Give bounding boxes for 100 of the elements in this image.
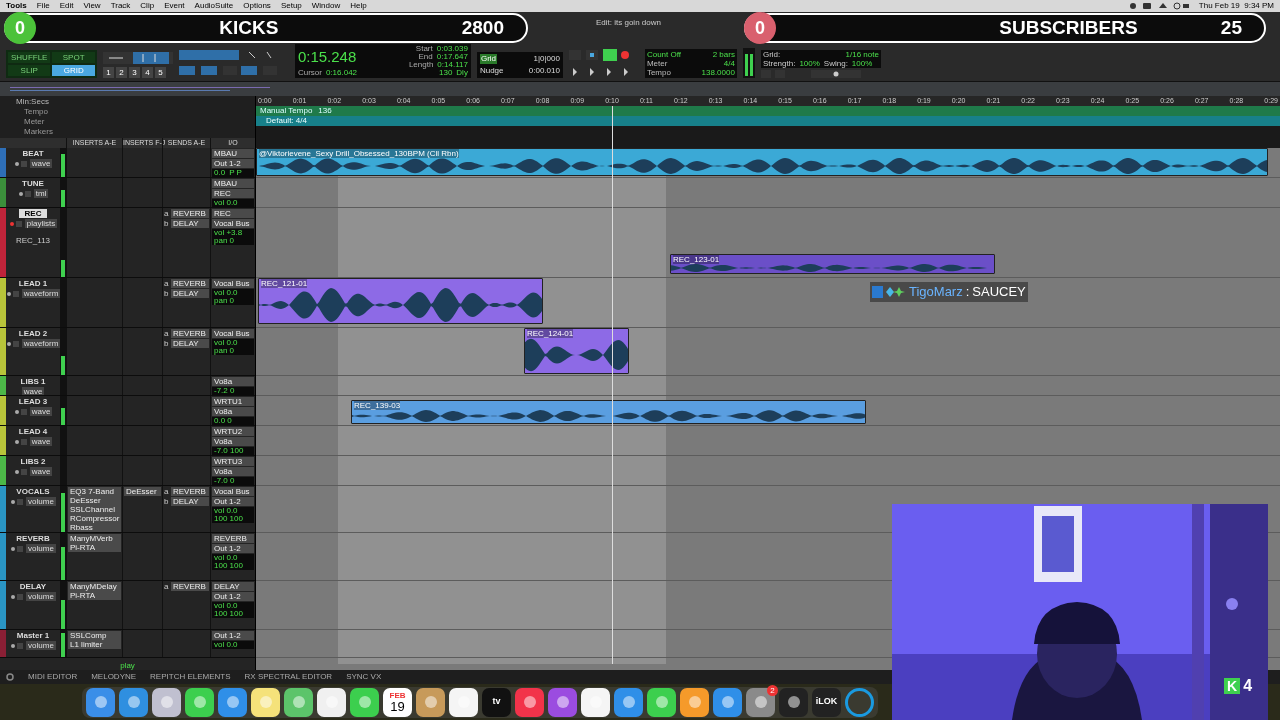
track-name[interactable]: TUNE <box>22 179 44 188</box>
edit-mode-button[interactable]: SHUFFLE <box>8 52 51 63</box>
view-selector[interactable]: waveform <box>21 289 61 298</box>
track-name[interactable]: LEAD 2 <box>18 329 48 338</box>
count-off-label[interactable]: Count Off <box>646 50 691 59</box>
io-selector[interactable]: Vocal Bus <box>212 329 254 338</box>
insert-slot[interactable]: SSLComp <box>68 631 121 640</box>
zoom-preset-button[interactable]: 1 <box>102 67 114 78</box>
zoom-preset-button[interactable]: 3 <box>128 67 140 78</box>
io-selector[interactable]: Out 1-2 <box>212 544 254 553</box>
insert-slot[interactable]: DeEsser <box>68 496 121 505</box>
view-selector[interactable]: wave <box>29 467 53 476</box>
insert-slot[interactable]: ManyMDelay <box>68 582 121 591</box>
insert-slot[interactable]: Pi-RTA <box>68 543 121 552</box>
app-icon[interactable] <box>548 687 577 717</box>
calendar-icon[interactable]: FEB 19 <box>383 687 412 717</box>
view-selector[interactable]: volume <box>26 497 56 506</box>
io-selector[interactable]: Vo8a <box>212 377 254 386</box>
io-selector[interactable]: Out 1-2 <box>212 592 254 601</box>
app-icon[interactable] <box>350 687 379 717</box>
send-slot[interactable]: REVERB <box>171 582 209 591</box>
app-icon[interactable] <box>218 687 247 717</box>
insert-slot[interactable]: SSLChannel <box>68 505 121 514</box>
insert-slot[interactable]: DeEsser <box>124 487 161 496</box>
app-icon[interactable] <box>614 687 643 717</box>
track-name[interactable]: VOCALS <box>16 487 50 496</box>
track-name[interactable]: LEAD 3 <box>18 397 48 406</box>
io-selector[interactable]: Vo8a <box>212 407 254 416</box>
send-slot[interactable]: DELAY <box>171 289 209 298</box>
audio-clip[interactable]: REC_121-01 <box>258 278 543 324</box>
audio-clip[interactable]: @Viktorievene_Sexy Drill_Obsessed_130BPM (Cll Rbn) <box>256 148 1268 176</box>
io-selector[interactable]: MBAU <box>212 149 254 158</box>
view-selector[interactable]: volume <box>26 544 56 553</box>
io-selector[interactable]: WRTU1 <box>212 397 254 406</box>
track-name[interactable]: LIBS 1 <box>20 377 46 386</box>
menu-item[interactable]: Event <box>164 1 185 11</box>
editor-tab[interactable]: MIDI EDITOR <box>28 671 78 683</box>
track-name[interactable]: LEAD 1 <box>18 279 48 288</box>
view-selector[interactable]: wave <box>29 437 53 446</box>
io-selector[interactable]: Out 1-2 <box>212 497 254 506</box>
edit-mode-button[interactable]: SLIP <box>8 65 51 76</box>
editor-tab[interactable]: SYNC VX <box>346 671 382 683</box>
insert-slot[interactable]: L1 limiter <box>68 640 121 649</box>
io-selector[interactable]: Vocal Bus <box>212 219 254 228</box>
io-selector[interactable]: WRTU3 <box>212 457 254 466</box>
insert-slot[interactable]: Rbass <box>68 523 121 532</box>
send-slot[interactable]: REVERB <box>171 279 209 288</box>
app-icon[interactable] <box>779 687 808 717</box>
send-slot[interactable]: REVERB <box>171 487 209 496</box>
menu-item[interactable]: Edit <box>59 1 74 11</box>
menu-item[interactable]: Track <box>110 1 131 11</box>
menu-item[interactable]: Help <box>350 1 367 11</box>
send-slot[interactable]: DELAY <box>171 339 209 348</box>
audio-clip[interactable]: REC_139-03 <box>351 400 866 424</box>
view-selector[interactable]: playlists <box>24 219 58 228</box>
view-selector[interactable]: waveform <box>21 339 61 348</box>
track-name[interactable]: Master 1 <box>16 631 50 640</box>
io-selector[interactable]: DELAY <box>212 582 254 591</box>
app-icon[interactable]: iLOK <box>812 687 841 717</box>
app-icon[interactable] <box>416 687 445 717</box>
view-selector[interactable]: wave <box>29 407 53 416</box>
track-name[interactable]: REC <box>18 209 48 218</box>
app-icon[interactable] <box>284 687 313 717</box>
app-icon[interactable] <box>449 687 478 717</box>
menu-item[interactable]: Setup <box>280 1 302 11</box>
view-selector[interactable]: volume <box>26 641 56 650</box>
view-selector[interactable]: tml <box>33 189 49 198</box>
io-selector[interactable]: REC <box>212 189 254 198</box>
view-selector[interactable]: wave <box>29 159 53 168</box>
menu-item[interactable]: Clip <box>140 1 155 11</box>
send-slot[interactable]: DELAY <box>171 497 209 506</box>
app-icon[interactable]: tv <box>482 687 511 717</box>
io-selector[interactable]: WRTU2 <box>212 427 254 436</box>
insert-slot[interactable]: RCompressor <box>68 514 121 523</box>
edit-mode-button[interactable]: SPOT <box>52 52 95 63</box>
insert-slot[interactable]: Pi-RTA <box>68 591 121 600</box>
menu-item[interactable]: File <box>36 1 50 11</box>
io-selector[interactable]: REC <box>212 209 254 218</box>
io-selector[interactable]: Out 1-2 <box>212 631 254 640</box>
track-name[interactable]: LIBS 2 <box>20 457 46 466</box>
io-selector[interactable]: Vo8a <box>212 467 254 476</box>
zoom-preset-button[interactable]: 5 <box>154 67 166 78</box>
app-icon[interactable] <box>647 687 676 717</box>
send-slot[interactable]: REVERB <box>171 209 209 218</box>
menu-item[interactable]: Tools <box>6 1 27 11</box>
app-icon[interactable] <box>185 687 214 717</box>
io-selector[interactable]: Vocal Bus <box>212 487 254 496</box>
app-icon[interactable] <box>119 687 148 717</box>
zoom-preset-button[interactable]: 4 <box>141 67 153 78</box>
view-selector[interactable]: volume <box>26 592 56 601</box>
app-icon[interactable] <box>86 687 115 717</box>
menu-item[interactable]: Options <box>243 1 271 11</box>
editor-tab[interactable]: RX SPECTRAL EDITOR <box>244 671 333 683</box>
io-selector[interactable]: Vo8a <box>212 437 254 446</box>
track-name[interactable]: BEAT <box>22 149 44 158</box>
editor-tab[interactable]: MELODYNE <box>91 671 137 683</box>
track-name[interactable]: LEAD 4 <box>18 427 48 436</box>
audio-clip[interactable]: REC_123-01 <box>670 254 995 274</box>
editor-tab[interactable]: REPITCH ELEMENTS <box>150 671 231 683</box>
menu-item[interactable]: View <box>83 1 101 11</box>
